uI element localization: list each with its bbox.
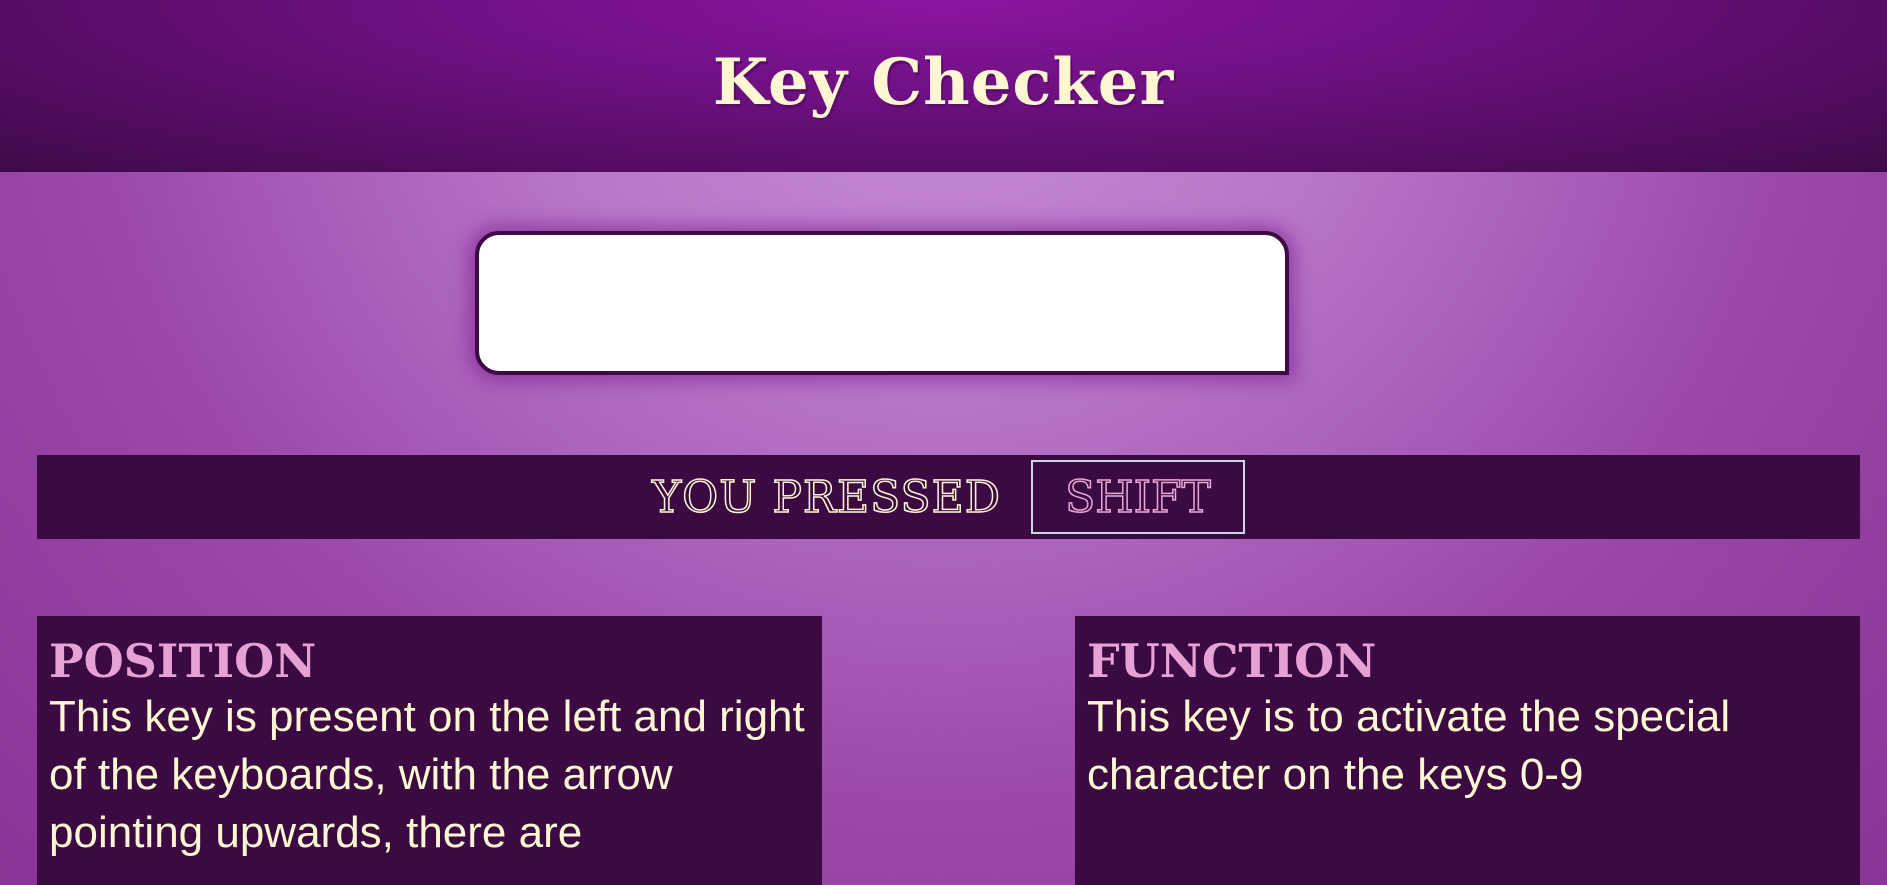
position-heading: POSITION [49,634,317,688]
page-title: Key Checker [712,44,1175,120]
position-text: This key is present on the left and righ… [49,692,805,857]
function-panel: FUNCTION This key is to activate the spe… [1075,616,1860,885]
function-heading: FUNCTION [1087,634,1377,688]
key-input[interactable] [475,231,1289,375]
pressed-key-bar: YOU PRESSED SHIFT [37,455,1860,539]
pressed-key-value: SHIFT [1031,460,1245,534]
function-text: This key is to activate the special char… [1087,692,1731,799]
position-panel: POSITION This key is present on the left… [37,616,822,885]
app-header: Key Checker [0,0,1887,172]
you-pressed-label: YOU PRESSED [651,471,1002,524]
